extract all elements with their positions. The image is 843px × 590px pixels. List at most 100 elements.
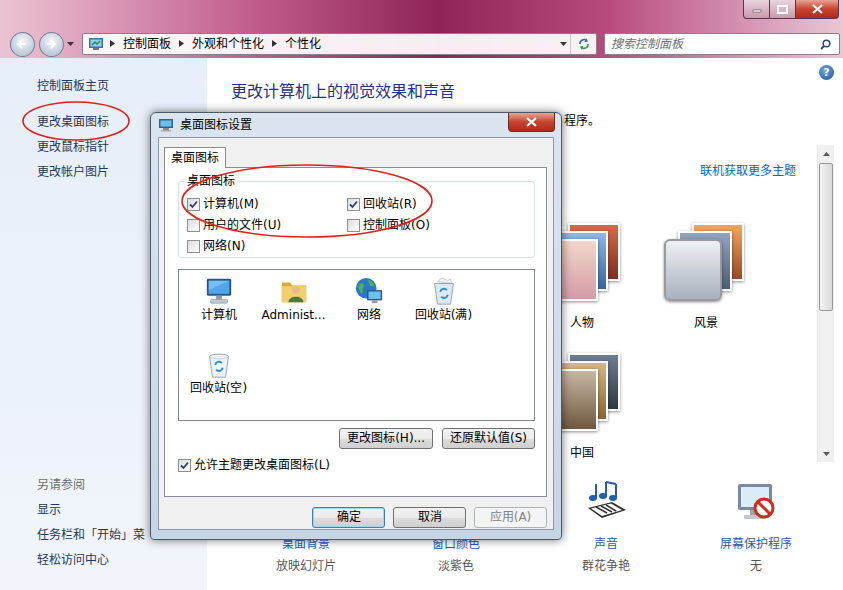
computer-icon <box>204 276 234 306</box>
change-icon-button[interactable]: 更改图标(H)... <box>339 428 433 449</box>
close-button[interactable] <box>796 0 839 19</box>
minimize-button[interactable] <box>743 0 770 19</box>
desktop-icon-item[interactable]: 回收站(满) <box>406 274 481 347</box>
setting-item[interactable]: 屏幕保护程序无 <box>681 472 831 573</box>
dialog-close-button[interactable] <box>508 113 555 132</box>
icon-option[interactable]: 计算机(M) <box>187 194 347 215</box>
theme-slot: 风景 <box>644 200 768 330</box>
title-bar <box>0 0 843 30</box>
desktop-icon-item[interactable]: 网络 <box>331 274 406 347</box>
annotation-overlay <box>0 0 843 590</box>
forward-button[interactable] <box>39 32 64 57</box>
dialog-button[interactable]: 取消 <box>393 507 466 528</box>
refresh-button[interactable] <box>570 34 596 54</box>
breadcrumb-item[interactable]: 控制面板 <box>121 37 173 51</box>
checkbox[interactable] <box>347 219 360 232</box>
dialog-button: 应用(A) <box>474 507 547 528</box>
option-label[interactable]: 网络(N) <box>203 239 245 253</box>
icon-label: 网络 <box>357 308 381 322</box>
option-label[interactable]: 用户的文件(U) <box>203 218 281 232</box>
breadcrumb-item[interactable]: 外观和个性化 <box>190 37 266 51</box>
page-heading: 更改计算机上的视觉效果和声音 <box>231 82 455 102</box>
back-button[interactable] <box>10 32 35 57</box>
setting-link[interactable]: 声音 <box>594 537 618 551</box>
dialog-button[interactable]: 确定 <box>312 507 385 528</box>
screensaver-icon[interactable] <box>732 478 780 526</box>
search-box[interactable] <box>604 33 840 55</box>
dialog-tab[interactable]: 桌面图标 <box>164 147 226 168</box>
checkbox[interactable] <box>187 240 200 253</box>
setting-link[interactable]: 屏幕保护程序 <box>720 537 792 551</box>
breadcrumb-arrow-icon[interactable] <box>173 40 190 47</box>
desktop-icon-item[interactable]: 计算机 <box>181 274 256 347</box>
dialog-icon <box>158 118 174 132</box>
group-title: 桌面图标 <box>185 174 237 188</box>
checkbox[interactable] <box>347 198 360 211</box>
checkbox[interactable] <box>187 198 200 211</box>
icon-option[interactable]: 用户的文件(U) <box>187 215 347 236</box>
search-input[interactable] <box>605 37 820 51</box>
breadcrumb-item[interactable]: 个性化 <box>283 37 323 51</box>
theme-slot <box>644 330 768 460</box>
user-folder-icon <box>279 276 309 306</box>
theme-tile[interactable]: 风景 <box>644 200 768 330</box>
setting-value: 群花争艳 <box>582 559 630 573</box>
scrollbar[interactable] <box>817 145 834 462</box>
annotation-ellipse <box>182 165 432 237</box>
tab-strip: 桌面图标 <box>164 147 547 167</box>
description-text: 程序。 <box>564 114 600 128</box>
history-dropdown[interactable] <box>64 34 78 54</box>
scroll-down-button[interactable] <box>818 445 834 462</box>
recycle-empty-icon <box>204 349 234 379</box>
dialog-button-frame: 取消 <box>393 507 466 528</box>
desktop-icon-item[interactable]: Administ... <box>256 274 331 347</box>
breadcrumb-arrow-icon[interactable] <box>104 40 121 47</box>
setting-value: 无 <box>750 559 762 573</box>
scroll-thumb[interactable] <box>819 163 833 311</box>
scroll-up-button[interactable] <box>818 145 834 162</box>
setting-value: 放映幻灯片 <box>276 559 336 573</box>
see-also-item[interactable]: 轻松访问中心 <box>37 548 207 573</box>
tab-panel: 桌面图标 计算机(M) 回收站(R) 用户的文件(U) 控制面板(O) 网络(N) 计算… <box>164 167 547 497</box>
help-icon[interactable]: ? <box>819 65 834 80</box>
address-dropdown[interactable] <box>556 34 570 54</box>
breadcrumb-arrow-icon[interactable] <box>266 40 283 47</box>
icon-label: 计算机 <box>201 308 237 322</box>
maximize-button[interactable] <box>770 0 796 19</box>
icon-label: 回收站(满) <box>415 308 472 322</box>
address-bar: 控制面板 外观和个性化 个性化 <box>0 30 843 58</box>
theme-photo <box>664 239 722 301</box>
icon-list[interactable]: 计算机 Administ... 网络 回收站(满) 回收站(空) <box>178 269 535 421</box>
dialog-client: 桌面图标 桌面图标 计算机(M) 回收站(R) 用户的文件(U) 控制面板(O) 网络(… <box>158 137 554 530</box>
sidebar-item[interactable]: 控制面板主页 <box>37 74 207 99</box>
desktop-icon-item[interactable]: 回收站(空) <box>181 347 256 420</box>
setting-value: 淡紫色 <box>438 559 474 573</box>
icon-option[interactable]: 网络(N) <box>187 236 347 257</box>
checkbox[interactable] <box>187 219 200 232</box>
breadcrumbs: 控制面板 外观和个性化 个性化 <box>104 37 556 51</box>
search-icon <box>820 39 831 50</box>
dialog-button-frame: 确定 <box>312 507 385 528</box>
option-label[interactable]: 控制面板(O) <box>363 218 430 232</box>
icon-option[interactable]: 控制面板(O) <box>347 215 534 236</box>
checkbox[interactable] <box>178 459 191 472</box>
online-themes-link[interactable]: 联机获取更多主题 <box>700 157 817 185</box>
icon-option[interactable]: 回收站(R) <box>347 194 534 215</box>
dialog-title: 桌面图标设置 <box>180 118 252 132</box>
desktop-icon-settings-dialog: 桌面图标设置 桌面图标 桌面图标 计算机(M) 回收站(R) 用户的文件(U) 控制面… <box>150 112 562 540</box>
option-label[interactable]: 回收站(R) <box>363 197 417 211</box>
window-frame: 控制面板 外观和个性化 个性化 <box>0 0 843 58</box>
tab-label: 桌面图标 <box>171 151 219 165</box>
icon-label: Administ... <box>262 308 326 322</box>
icon-options: 计算机(M) 回收站(R) 用户的文件(U) 控制面板(O) 网络(N) <box>187 194 534 257</box>
breadcrumb-bar[interactable]: 控制面板 外观和个性化 个性化 <box>82 33 597 55</box>
network-icon <box>354 276 384 306</box>
allow-theme-label[interactable]: 允许主题更改桌面图标(L) <box>194 458 330 472</box>
sound-icon[interactable] <box>582 478 630 526</box>
theme-label: 中国 <box>570 446 594 460</box>
restore-default-button[interactable]: 还原默认值(S) <box>442 428 535 449</box>
theme-label: 风景 <box>694 316 718 330</box>
icon-buttons: 更改图标(H)... 还原默认值(S) <box>178 428 535 449</box>
option-label[interactable]: 计算机(M) <box>203 197 259 211</box>
dialog-title-bar: 桌面图标设置 <box>151 113 561 137</box>
